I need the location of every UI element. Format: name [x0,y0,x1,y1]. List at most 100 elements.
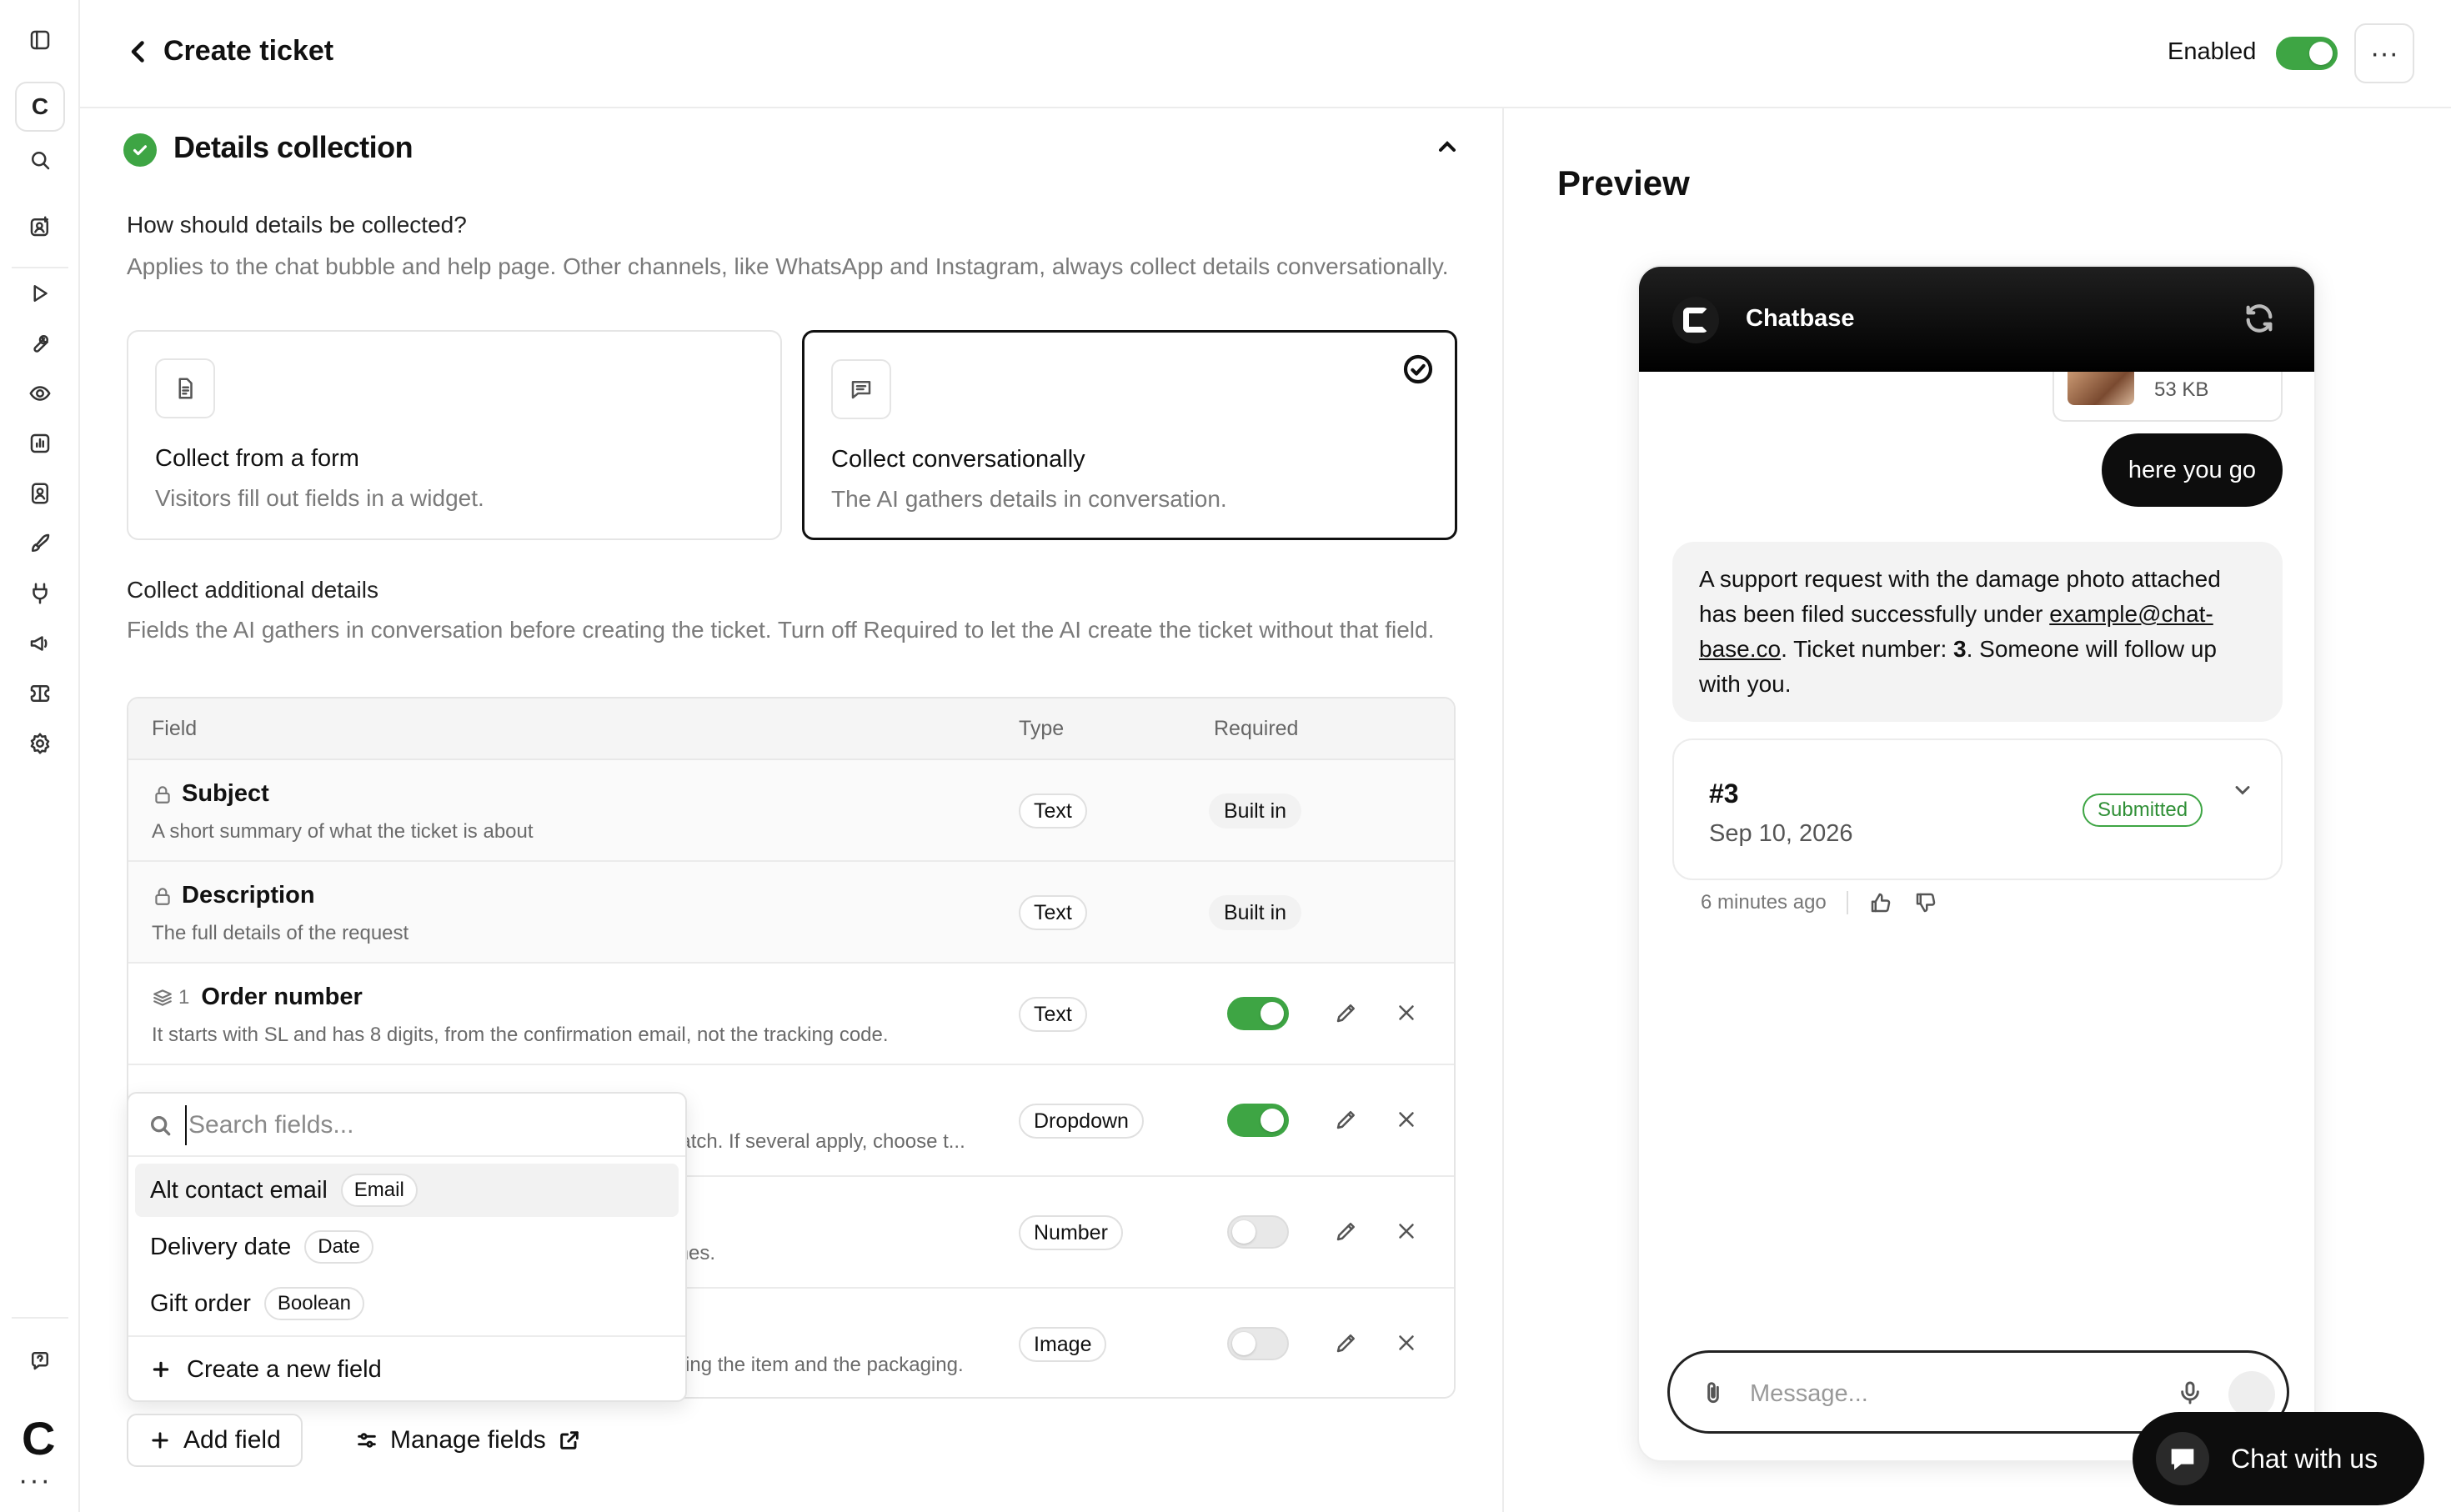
field-name: Description [152,882,315,909]
type-badge: Dropdown [1019,1104,1144,1139]
required-toggle[interactable] [1227,1327,1289,1360]
type-tag: Email [340,1174,418,1207]
dropdown-item-gift-order[interactable]: Gift order Boolean [135,1277,679,1330]
integrations-icon[interactable] [23,577,57,610]
contacts-icon[interactable] [23,477,57,510]
deploy-icon[interactable] [23,527,57,560]
chat-bubble-icon [2156,1432,2209,1485]
meta-divider [1846,891,1848,914]
thumbs-up-icon[interactable] [1868,890,1893,915]
back-icon[interactable] [123,37,157,70]
required-toggle[interactable] [1227,1215,1289,1249]
remove-field-icon[interactable] [1394,1000,1422,1029]
remove-field-icon[interactable] [1394,1330,1422,1359]
playground-icon[interactable] [23,277,57,310]
table-row: Description The full details of the requ… [128,862,1454,964]
analytics-icon[interactable] [23,427,57,460]
lock-icon [155,785,170,804]
dropdown-item-delivery-date[interactable]: Delivery date Date [135,1220,679,1274]
field-description: It starts with SL and has 8 digits, from… [152,1024,889,1046]
dropdown-item-alt-contact-email[interactable]: Alt contact email Email [135,1164,679,1217]
message-meta: 6 minutes ago [1701,890,1938,915]
dropdown-search [128,1094,685,1157]
layers-icon [153,989,172,1006]
more-options-button[interactable]: ··· [2354,23,2414,83]
create-new-field-button[interactable]: Create a new field [128,1335,685,1402]
workspace-switcher[interactable]: C [15,82,65,132]
chevron-up-icon[interactable] [1434,133,1467,167]
chat-with-us-button[interactable]: Chat with us [2133,1412,2424,1505]
manage-fields-button[interactable]: Manage fields [335,1414,601,1467]
activity-icon[interactable] [23,377,57,410]
field-description: A short summary of what the ticket is ab… [152,820,534,843]
type-badge: Text [1019,794,1087,829]
chatbase-logo: C [22,1412,56,1464]
sidebar-toggle-icon[interactable] [23,23,57,57]
edit-field-icon[interactable] [1334,1219,1362,1247]
external-link-icon [560,1431,579,1449]
microphone-icon[interactable] [2177,1379,2203,1406]
add-field-label: Add field [183,1426,281,1454]
type-tag: Boolean [263,1287,364,1320]
field-description: The full details of the request [152,922,409,944]
add-field-button[interactable]: Add field [127,1414,303,1467]
refresh-icon[interactable] [2243,302,2278,337]
status-badge: Submitted [2083,794,2203,827]
announcements-icon[interactable] [23,627,57,660]
field-name-text: Subject [182,780,269,807]
chat-with-us-label: Chat with us [2231,1443,2378,1474]
ticket-card[interactable]: #3 Sep 10, 2026 Submitted [1672,738,2283,880]
help-icon[interactable] [23,1344,57,1377]
plus-icon [152,1432,168,1449]
account-menu-icon[interactable]: ··· [18,1466,52,1494]
remove-field-icon[interactable] [1394,1107,1422,1135]
dropdown-item-label: Gift order [150,1289,251,1317]
agent-icon[interactable] [23,210,57,243]
toggle-knob [1261,1002,1284,1025]
column-header-type: Type [1019,717,1065,740]
type-badge: Text [1019,895,1087,930]
section-complete-icon [123,133,157,167]
bot-message: A support request with the damage photo … [1672,542,2283,722]
column-header-field: Field [152,717,198,740]
toggle-knob [1261,1109,1284,1132]
option-description: The AI gathers details in conversation. [831,486,1227,512]
tickets-icon[interactable] [23,677,57,710]
widget-header: Chatbase [1639,267,2314,372]
enabled-toggle[interactable] [2276,37,2338,70]
sliders-icon [358,1433,376,1448]
thumbs-down-icon[interactable] [1913,890,1938,915]
send-button[interactable] [2228,1371,2275,1418]
tools-icon[interactable] [23,327,57,360]
edit-field-icon[interactable] [1334,1107,1362,1135]
built-in-badge: Built in [1209,895,1302,930]
additional-details-label: Collect additional details [127,577,378,603]
remove-field-icon[interactable] [1394,1219,1422,1247]
collection-question: How should details be collected? [127,212,467,238]
left-rail: C C ··· [0,0,80,1512]
paperclip-icon[interactable] [1700,1379,1727,1406]
type-badge: Text [1019,997,1087,1032]
field-name: 1 Order number [152,984,363,1011]
type-badge: Number [1019,1215,1123,1250]
option-title: Collect conversationally [831,446,1085,473]
enabled-label: Enabled [2168,38,2257,65]
bot-name: Chatbase [1746,305,1855,332]
required-toggle[interactable] [1227,997,1289,1030]
chevron-down-icon[interactable] [2231,779,2256,804]
type-tag: Date [304,1230,373,1264]
search-icon[interactable] [23,143,57,177]
option-card-conversational[interactable]: Collect conversationally The AI gathers … [802,330,1457,540]
required-toggle[interactable] [1227,1104,1289,1137]
option-card-form[interactable]: Collect from a form Visitors fill out fi… [127,330,782,540]
search-fields-input[interactable] [185,1105,652,1145]
edit-field-icon[interactable] [1334,1000,1362,1029]
message-input[interactable] [1750,1374,2150,1413]
bot-message-ticket-number: 3 [1953,636,1967,662]
panel-divider [1502,108,1504,1512]
attachment-preview[interactable]: 53 KB [2053,372,2283,422]
bot-message-text: . Ticket number: [1781,636,1954,662]
settings-icon[interactable] [23,727,57,760]
edit-field-icon[interactable] [1334,1330,1362,1359]
column-header-required: Required [1214,717,1299,740]
